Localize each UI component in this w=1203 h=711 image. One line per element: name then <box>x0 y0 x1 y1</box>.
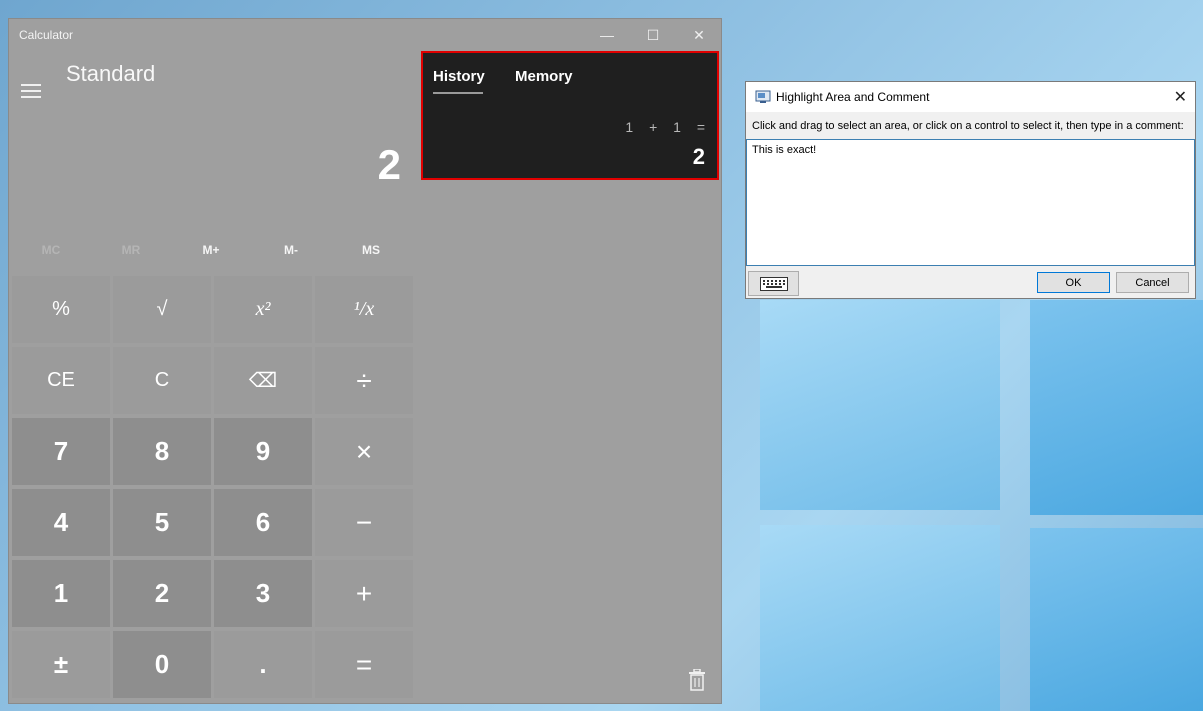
dialog-titlebar[interactable]: Highlight Area and Comment ✕ <box>746 82 1195 112</box>
keyboard-button[interactable] <box>748 271 799 296</box>
decimal-button[interactable]: . <box>214 631 312 698</box>
digit-1-button[interactable]: 1 <box>12 560 110 627</box>
desktop-wallpaper-pane <box>1030 528 1203 711</box>
desktop-wallpaper-pane <box>760 525 1000 711</box>
comment-textarea[interactable]: This is exact! <box>746 139 1195 266</box>
digit-6-button[interactable]: 6 <box>214 489 312 556</box>
app-icon <box>755 90 771 103</box>
digit-3-button[interactable]: 3 <box>214 560 312 627</box>
digit-7-button[interactable]: 7 <box>12 418 110 485</box>
desktop-wallpaper-pane <box>760 300 1000 510</box>
memory-add-button[interactable]: M+ <box>171 243 251 257</box>
reciprocal-button[interactable]: ¹/x <box>315 276 413 343</box>
digit-8-button[interactable]: 8 <box>113 418 211 485</box>
active-tab-indicator <box>433 92 483 94</box>
subtract-button[interactable]: − <box>315 489 413 556</box>
digit-5-button[interactable]: 5 <box>113 489 211 556</box>
tab-history[interactable]: History <box>433 68 485 85</box>
ok-button[interactable]: OK <box>1037 272 1110 293</box>
instruction-label: Click and drag to select an area, or cli… <box>752 120 1184 132</box>
close-button[interactable]: ✕ <box>676 19 722 51</box>
backspace-button[interactable]: ⌫ <box>214 347 312 414</box>
digit-0-button[interactable]: 0 <box>113 631 211 698</box>
negate-button[interactable]: ± <box>12 631 110 698</box>
history-panel: History Memory 1 + 1 = 2 <box>421 51 719 180</box>
clear-entry-button[interactable]: CE <box>12 347 110 414</box>
maximize-icon: ☐ <box>646 26 660 43</box>
square-root-button[interactable]: √ <box>113 276 211 343</box>
highlight-comment-dialog: Highlight Area and Comment ✕ Click and d… <box>745 81 1196 299</box>
memory-subtract-button[interactable]: M- <box>251 243 331 257</box>
trash-icon[interactable] <box>688 669 706 691</box>
keyboard-icon <box>759 276 788 291</box>
calculator-window: Calculator — ☐ ✕ Standard 2 MC MR M+ M- … <box>8 18 722 704</box>
hamburger-menu-icon[interactable] <box>21 84 41 98</box>
percent-button[interactable]: % <box>12 276 110 343</box>
memory-clear-button[interactable]: MC <box>11 243 91 257</box>
tab-memory[interactable]: Memory <box>515 68 573 85</box>
history-expression[interactable]: 1 + 1 = <box>625 119 705 135</box>
dialog-close-icon[interactable]: ✕ <box>1174 87 1187 107</box>
memory-recall-button[interactable]: MR <box>91 243 171 257</box>
window-title: Calculator <box>19 28 74 42</box>
minimize-icon: — <box>600 27 614 43</box>
minimize-button[interactable]: — <box>584 19 630 51</box>
cancel-button[interactable]: Cancel <box>1116 272 1189 293</box>
equals-button[interactable]: = <box>315 631 413 698</box>
calculator-titlebar[interactable]: Calculator — ☐ ✕ <box>9 19 721 51</box>
mode-title: Standard <box>66 61 156 86</box>
history-result[interactable]: 2 <box>693 144 705 170</box>
clear-button[interactable]: C <box>113 347 211 414</box>
memory-store-button[interactable]: MS <box>331 243 411 257</box>
add-button[interactable]: + <box>315 560 413 627</box>
digit-2-button[interactable]: 2 <box>113 560 211 627</box>
result-display: 2 <box>377 141 401 188</box>
memory-row: MC MR M+ M- MS <box>11 243 411 265</box>
multiply-button[interactable]: × <box>315 418 413 485</box>
maximize-button[interactable]: ☐ <box>630 19 676 51</box>
divide-button[interactable]: ÷ <box>315 347 413 414</box>
square-button[interactable]: x² <box>214 276 312 343</box>
dialog-title: Highlight Area and Comment <box>776 90 930 104</box>
desktop-wallpaper-pane <box>1030 300 1203 515</box>
digit-4-button[interactable]: 4 <box>12 489 110 556</box>
digit-9-button[interactable]: 9 <box>214 418 312 485</box>
close-icon: ✕ <box>693 26 705 43</box>
